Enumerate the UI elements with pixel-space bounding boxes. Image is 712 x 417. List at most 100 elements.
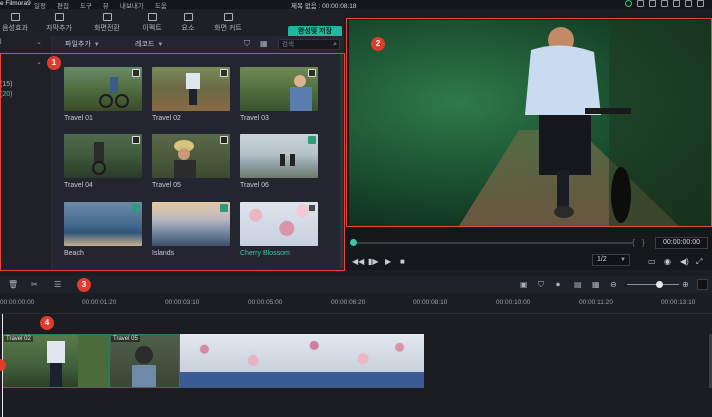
step-back-icon[interactable]: ▮▶ bbox=[368, 257, 379, 266]
tab-title[interactable]: 자막추가 bbox=[42, 13, 76, 33]
tab-effects[interactable]: 이펙트 bbox=[137, 13, 167, 33]
media-item-label: Islands bbox=[152, 250, 175, 257]
search-input[interactable]: 검색 ⌕ bbox=[278, 39, 340, 50]
thumbnail bbox=[64, 67, 142, 111]
ruler-timecode: 00:00:00:00 bbox=[0, 299, 35, 306]
minimize-icon[interactable] bbox=[685, 0, 692, 7]
system-icons bbox=[625, 0, 704, 7]
info-icon[interactable] bbox=[625, 0, 632, 7]
timeline-ruler[interactable]: 00:00:00:00 00:00:01:20 00:00:03:10 00:0… bbox=[0, 293, 712, 314]
search-placeholder: 검색 bbox=[282, 41, 294, 48]
clip-type-icon bbox=[308, 69, 316, 77]
record-dropdown[interactable]: 레코드 ▼ bbox=[135, 39, 163, 49]
playback-progress-handle[interactable] bbox=[350, 239, 357, 246]
thumbnail bbox=[152, 202, 230, 246]
audio-icon bbox=[10, 13, 20, 21]
timeline-settings-icon[interactable] bbox=[697, 279, 708, 290]
media-item[interactable]: Travel 01 bbox=[64, 67, 142, 122]
clip-label: Travel 02 bbox=[4, 336, 33, 342]
preview-video[interactable] bbox=[349, 20, 711, 226]
maximize-icon[interactable] bbox=[697, 0, 704, 7]
media-item[interactable]: Beach bbox=[64, 202, 142, 257]
tab-audio[interactable]: 음성효과 bbox=[0, 13, 30, 33]
play-icon[interactable]: ▶ bbox=[385, 257, 391, 266]
tab-split-screen-label: 화면 커트 bbox=[214, 25, 242, 32]
download-icon[interactable] bbox=[132, 204, 140, 212]
display-icon[interactable]: ▭ bbox=[648, 257, 656, 266]
cart-icon[interactable] bbox=[661, 0, 668, 7]
media-item[interactable]: Travel 04 bbox=[64, 134, 142, 189]
media-item[interactable]: Travel 03 bbox=[240, 67, 318, 122]
delete-icon[interactable]: 🗑 bbox=[8, 280, 18, 289]
sidebar-item-count-active[interactable]: (20) bbox=[0, 91, 12, 98]
zoom-slider-track[interactable] bbox=[627, 284, 679, 285]
thumbnail bbox=[240, 202, 318, 246]
forest-rider-thumbnail bbox=[92, 142, 106, 175]
microphone-icon[interactable]: ⏺ bbox=[556, 280, 560, 290]
download-icon[interactable] bbox=[220, 204, 228, 212]
media-item-label: Cherry Blossom bbox=[240, 250, 290, 257]
tab-transition[interactable]: 화면전환 bbox=[90, 13, 124, 33]
adjust-icon[interactable]: ☰ bbox=[54, 280, 61, 289]
voiceover-icon[interactable]: ▤ bbox=[574, 280, 582, 289]
mark-out-icon[interactable]: } bbox=[642, 238, 645, 247]
thumbnail bbox=[64, 202, 142, 246]
zoom-slider-handle[interactable] bbox=[656, 281, 663, 288]
media-item[interactable]: Travel 05 bbox=[152, 134, 230, 189]
chevron-down-icon: ▼ bbox=[93, 42, 100, 48]
previous-frame-icon[interactable]: ◀◀ bbox=[352, 257, 364, 266]
cut-icon[interactable]: ✂ bbox=[31, 280, 38, 289]
timeline-clip[interactable]: Travel 02 bbox=[2, 334, 109, 388]
media-item[interactable]: Cherry Blossom bbox=[240, 202, 318, 257]
callout-marker-2: 2 bbox=[371, 37, 385, 51]
timeline-clip[interactable]: Travel 05 bbox=[109, 334, 180, 388]
snapshot-track-icon[interactable]: ▦ bbox=[592, 280, 600, 289]
callout-marker-3: 3 bbox=[77, 278, 91, 292]
media-item[interactable]: Travel 06 bbox=[240, 134, 318, 189]
title-bar: e Filmora9 일정 편집 도구 뷰 내보내기 도움 제목 없음 : 00… bbox=[0, 0, 712, 10]
import-label: 파일추가 bbox=[65, 41, 91, 48]
volume-icon[interactable]: ◀) bbox=[680, 257, 689, 266]
tab-split-screen[interactable]: 화면 커트 bbox=[210, 13, 246, 33]
callout-marker-4: 4 bbox=[40, 316, 54, 330]
filter-icon[interactable]: ⛉ bbox=[244, 39, 250, 49]
media-scrollbar[interactable] bbox=[340, 53, 343, 268]
preview-quality-select[interactable]: 1/2 ▼ bbox=[592, 254, 630, 266]
fullscreen-icon[interactable]: ⤢ bbox=[696, 257, 702, 267]
chevron-down-icon[interactable]: ⌄ bbox=[36, 38, 42, 46]
download-icon[interactable] bbox=[308, 136, 316, 144]
media-item-label: Travel 01 bbox=[64, 115, 93, 122]
mail-icon[interactable] bbox=[649, 0, 656, 7]
cyclists-thumbnail bbox=[99, 77, 129, 108]
sidebar-item-count[interactable]: (15) bbox=[0, 81, 12, 88]
zoom-out-icon[interactable]: ⊖ bbox=[610, 280, 617, 289]
tab-elements[interactable]: 요소 bbox=[177, 13, 199, 33]
save-icon[interactable] bbox=[673, 0, 680, 7]
preview-panel: { } 00:00:00:00 ◀◀ ▮▶ ▶ ■ 1/2 ▼ ▭ ◉ ◀) ⤢ bbox=[346, 18, 712, 270]
ruler-timecode: 00:00:05:00 bbox=[248, 299, 283, 306]
import-dropdown[interactable]: 파일추가 ▼ bbox=[65, 39, 100, 49]
split-screen-icon bbox=[223, 13, 233, 21]
marker-icon[interactable]: ⛉ bbox=[538, 280, 544, 290]
audio-track-bar[interactable] bbox=[180, 372, 424, 388]
stop-icon[interactable]: ■ bbox=[400, 257, 405, 266]
timeline-clip[interactable] bbox=[180, 334, 424, 372]
sidebar-item[interactable]: l bbox=[0, 39, 2, 46]
media-item[interactable]: Travel 02 bbox=[152, 67, 230, 122]
render-icon[interactable]: ▣ bbox=[520, 280, 528, 289]
zoom-in-icon[interactable]: ⊕ bbox=[682, 280, 689, 289]
account-icon[interactable] bbox=[637, 0, 644, 7]
chevron-down-icon[interactable]: ⌄ bbox=[36, 58, 42, 66]
ruler-timecode: 00:00:11:20 bbox=[579, 299, 613, 306]
thumbnail bbox=[152, 134, 230, 178]
clip-type-icon bbox=[308, 204, 316, 212]
grid-view-icon[interactable]: ▦ bbox=[260, 39, 268, 48]
snapshot-icon[interactable]: ◉ bbox=[664, 257, 671, 266]
record-label: 레코드 bbox=[135, 41, 155, 48]
playback-progress-track[interactable] bbox=[352, 242, 632, 244]
timecode-display: 00:00:00:00 bbox=[655, 237, 708, 249]
mark-in-icon[interactable]: { bbox=[632, 238, 635, 247]
media-item[interactable]: Islands bbox=[152, 202, 230, 257]
tab-audio-label: 음성효과 bbox=[2, 25, 28, 32]
thumbnail bbox=[152, 67, 230, 111]
